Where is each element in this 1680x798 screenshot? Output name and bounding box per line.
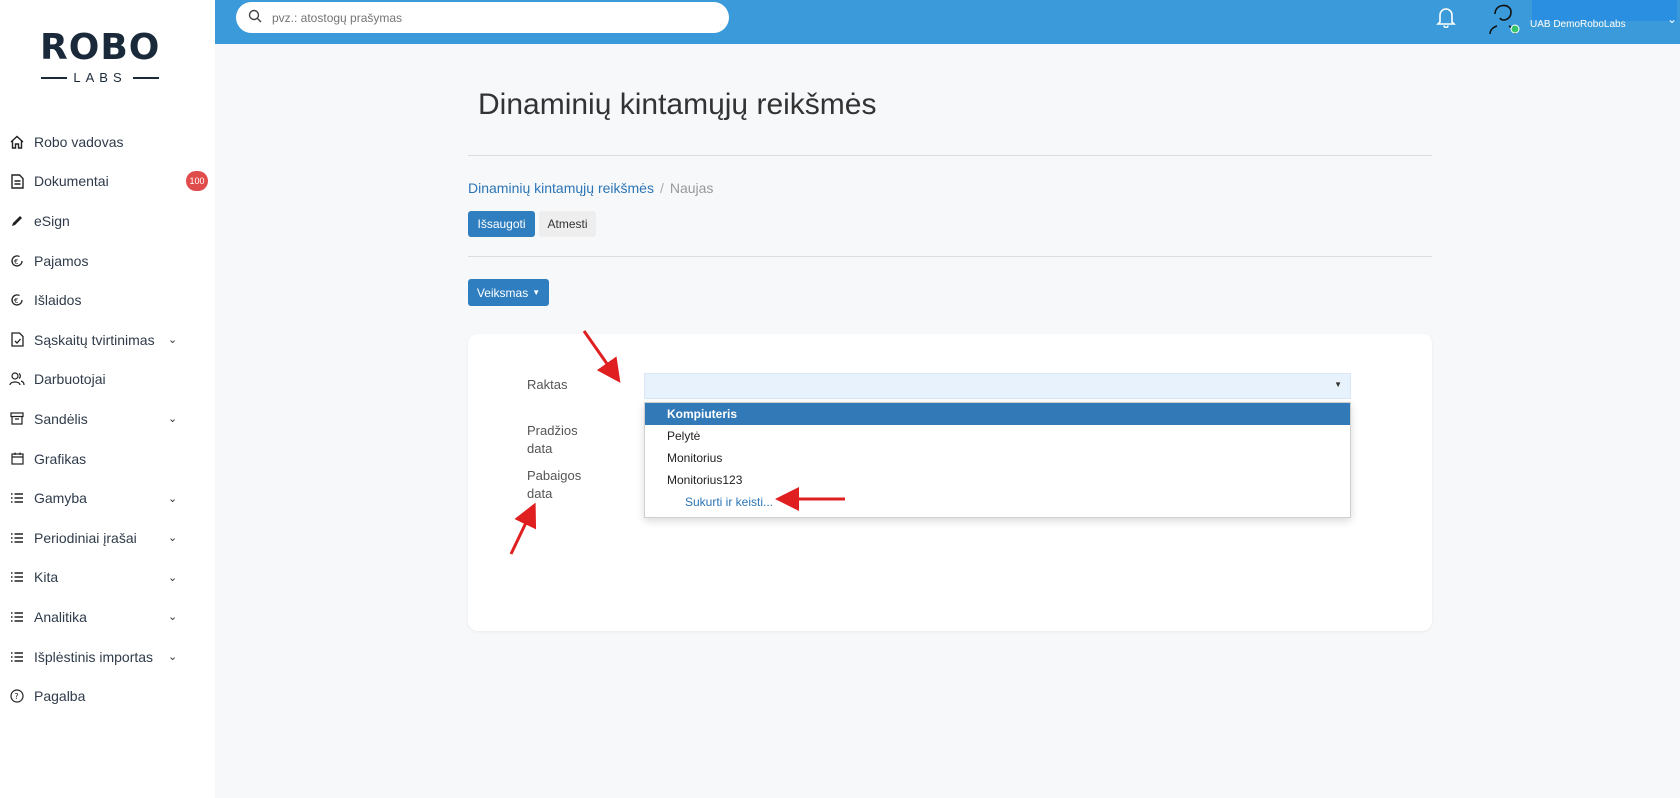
robo-labs-logo[interactable]: ROBO LABS <box>40 28 160 88</box>
sidebar-item-pajamos[interactable]: € Pajamos <box>0 241 215 281</box>
sidebar-item-label: Robo vadovas <box>34 133 124 150</box>
sidebar-item-robo-vadovas[interactable]: Robo vadovas <box>0 122 215 162</box>
caret-down-icon: ▼ <box>532 288 541 297</box>
calendar-icon <box>8 450 26 468</box>
search-input[interactable] <box>272 10 692 25</box>
list-icon <box>8 648 26 666</box>
list-icon <box>8 608 26 626</box>
sidebar-item-label: Grafikas <box>34 450 87 467</box>
user-avatar[interactable] <box>1487 0 1520 36</box>
file-check-icon <box>8 331 26 349</box>
chevron-down-icon[interactable]: ⌄ <box>168 492 177 505</box>
sidebar-item-label: Išlaidos <box>34 292 82 309</box>
dropdown-option[interactable]: Monitorius123 <box>645 469 1350 491</box>
documents-count-badge: 100 <box>186 171 208 192</box>
chevron-down-icon[interactable]: ⌄ <box>1667 12 1677 26</box>
sidebar: ROBO LABS Robo vadovas Dokumentai 100 eS… <box>0 0 215 798</box>
sidebar-item-sandelis[interactable]: Sandėlis ⌄ <box>0 399 215 439</box>
sidebar-item-gamyba[interactable]: Gamyba ⌄ <box>0 478 215 518</box>
logo-sub-text: LABS <box>73 70 127 85</box>
key-select[interactable]: ▼ <box>644 373 1351 399</box>
sidebar-item-grafikas[interactable]: Grafikas <box>0 439 215 479</box>
pen-icon <box>8 212 26 230</box>
top-bar: UAB DemoRoboLabs ⌄ <box>215 0 1680 44</box>
create-and-edit-option[interactable]: Sukurti ir keisti... <box>645 491 1350 513</box>
company-name-highlight <box>1532 0 1677 21</box>
sidebar-item-label: Pajamos <box>34 252 89 269</box>
breadcrumb: Dinaminių kintamųjų reikšmės / Naujas <box>468 180 713 196</box>
sidebar-item-label: Periodiniai įrašai <box>34 529 137 546</box>
end-date-label: Pabaigos data <box>527 468 582 501</box>
list-icon <box>8 529 26 547</box>
breadcrumb-current: Naujas <box>669 180 714 196</box>
search-icon <box>248 9 262 26</box>
sidebar-item-esign[interactable]: eSign <box>0 201 215 241</box>
svg-text:?: ? <box>14 692 18 701</box>
page-title: Dinaminių kintamųjų reikšmės <box>478 88 877 121</box>
list-icon <box>8 489 26 507</box>
dropdown-option[interactable]: Pelytė <box>645 425 1350 447</box>
sidebar-item-label: Kita <box>34 569 59 586</box>
divider <box>468 155 1432 156</box>
cancel-button[interactable]: Atmesti <box>539 211 596 237</box>
sidebar-item-label: Išplėstinis importas <box>34 648 154 665</box>
sidebar-item-pagalba[interactable]: ? Pagalba <box>0 676 215 716</box>
sidebar-item-label: Sąskaitų tvirtinimas <box>34 331 155 348</box>
sidebar-item-analitika[interactable]: Analitika ⌄ <box>0 597 215 637</box>
chevron-down-icon[interactable]: ⌄ <box>168 531 177 544</box>
users-icon <box>8 370 26 388</box>
dropdown-option[interactable]: Kompiuteris <box>645 403 1350 425</box>
logo-bar-left <box>41 76 68 79</box>
chevron-down-icon[interactable]: ⌄ <box>168 650 177 663</box>
sidebar-item-label: eSign <box>34 212 70 229</box>
logo-main-text: ROBO <box>40 27 161 68</box>
sidebar-item-label: Analitika <box>34 608 87 625</box>
company-name[interactable]: UAB DemoRoboLabs <box>1530 19 1626 30</box>
help-icon: ? <box>8 687 26 705</box>
logo-sub: LABS <box>40 70 160 85</box>
list-icon <box>8 568 26 586</box>
sidebar-item-isplestinis-importas[interactable]: Išplėstinis importas ⌄ <box>0 637 215 677</box>
document-icon <box>8 172 26 190</box>
sidebar-item-islaidos[interactable]: € Išlaidos <box>0 280 215 320</box>
home-icon <box>8 133 26 151</box>
breadcrumb-parent-link[interactable]: Dinaminių kintamųjų reikšmės <box>468 180 654 196</box>
sidebar-item-label: Dokumentai <box>34 173 109 190</box>
sidebar-item-darbuotojai[interactable]: Darbuotojai <box>0 360 215 400</box>
key-field-label: Raktas <box>527 377 568 392</box>
sidebar-item-label: Darbuotojai <box>34 371 106 388</box>
bell-icon[interactable] <box>1435 6 1457 30</box>
sidebar-item-label: Gamyba <box>34 490 87 507</box>
breadcrumb-separator: / <box>659 180 664 196</box>
sidebar-nav: Robo vadovas Dokumentai 100 eSign € Paja… <box>0 122 215 716</box>
logo-bar-right <box>132 76 159 79</box>
search-box[interactable] <box>236 2 729 33</box>
save-button[interactable]: Išsaugoti <box>468 211 535 237</box>
sidebar-item-label: Pagalba <box>34 688 86 705</box>
sidebar-item-dokumentai[interactable]: Dokumentai 100 <box>0 162 215 202</box>
euro-refresh-icon: € <box>8 291 26 309</box>
sidebar-item-saskaitu-tvirtinimas[interactable]: Sąskaitų tvirtinimas ⌄ <box>0 320 215 360</box>
euro-refresh-icon: € <box>8 252 26 270</box>
chevron-down-icon[interactable]: ⌄ <box>168 412 177 425</box>
actions-dropdown-button[interactable]: Veiksmas ▼ <box>468 279 549 306</box>
key-dropdown-menu: Kompiuteris Pelytė Monitorius Monitorius… <box>644 402 1351 518</box>
sidebar-item-periodiniai-irasai[interactable]: Periodiniai įrašai ⌄ <box>0 518 215 558</box>
archive-icon <box>8 410 26 428</box>
chevron-down-icon[interactable]: ⌄ <box>168 333 177 346</box>
actions-button-label: Veiksmas <box>476 285 529 300</box>
divider <box>468 256 1432 257</box>
dropdown-option[interactable]: Monitorius <box>645 447 1350 469</box>
chevron-down-icon[interactable]: ⌄ <box>168 571 177 584</box>
svg-text:€: € <box>14 258 18 266</box>
caret-down-icon: ▼ <box>1334 380 1342 389</box>
start-date-label: Pradžios data <box>527 423 578 456</box>
sidebar-item-label: Sandėlis <box>34 410 88 427</box>
svg-text:€: € <box>14 297 18 305</box>
sidebar-item-kita[interactable]: Kita ⌄ <box>0 558 215 598</box>
chevron-down-icon[interactable]: ⌄ <box>168 610 177 623</box>
